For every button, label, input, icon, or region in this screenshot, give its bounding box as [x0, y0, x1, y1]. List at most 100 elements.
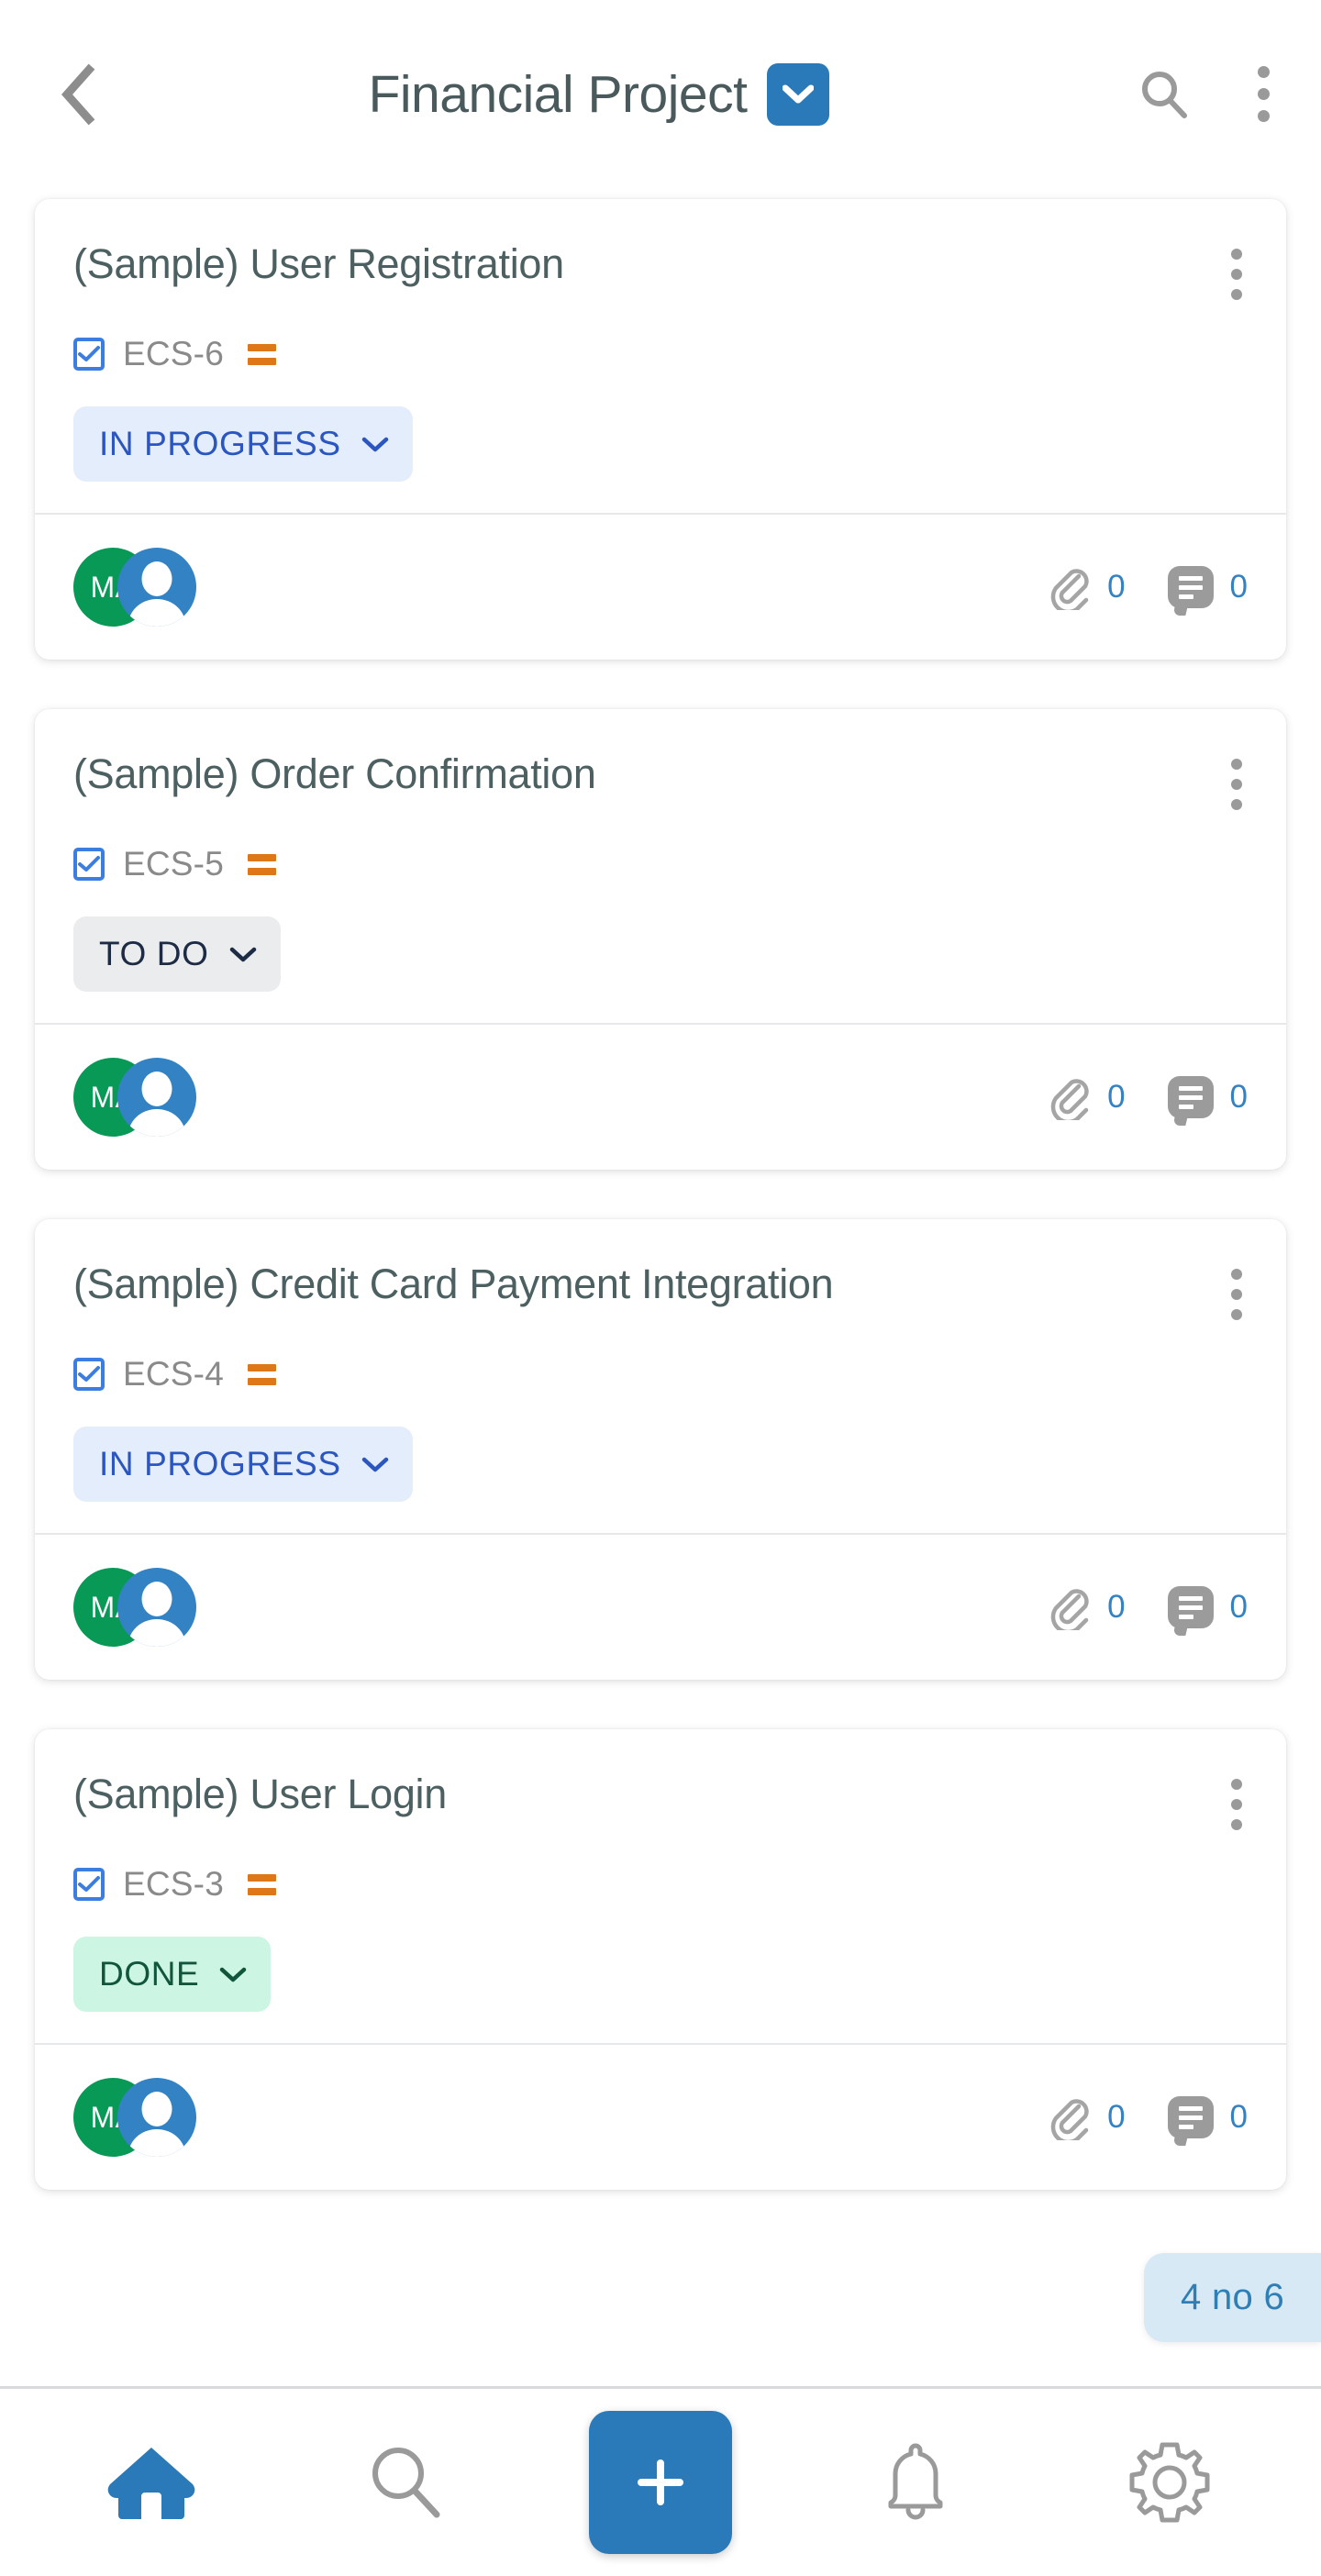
issue-card-body: (Sample) User Registration ECS-6 IN PROG… — [35, 199, 1286, 513]
priority-bar — [247, 357, 276, 365]
more-dot — [1231, 289, 1242, 300]
bubble-line — [1178, 1614, 1193, 1619]
paperclip-icon — [1050, 1079, 1089, 1120]
issue-title-row: (Sample) Order Confirmation — [73, 750, 1248, 810]
issue-menu-button[interactable] — [1226, 1261, 1248, 1320]
comment-counter[interactable]: 0 — [1167, 1076, 1248, 1118]
check-icon — [78, 856, 100, 872]
issue-menu-button[interactable] — [1226, 751, 1248, 810]
bubble-line — [1178, 2105, 1203, 2111]
comment-counter[interactable]: 0 — [1167, 2096, 1248, 2138]
nav-item-create[interactable] — [573, 2411, 748, 2554]
issue-card-footer: MA 0 0 — [35, 1023, 1286, 1170]
chevron-left-icon — [61, 63, 95, 125]
create-button[interactable] — [588, 2411, 732, 2554]
gear-icon — [1129, 2442, 1210, 2523]
assignee-avatars[interactable]: MA — [73, 1568, 196, 1647]
status-badge[interactable]: DONE — [73, 1937, 272, 2012]
nav-item-search[interactable] — [318, 2414, 493, 2551]
nav-item-settings[interactable] — [1082, 2414, 1257, 2551]
issue-key: ECS-6 — [123, 335, 224, 372]
more-dot — [1231, 249, 1242, 260]
issue-type-checkbox-icon[interactable] — [73, 848, 105, 881]
chevron-down-icon — [361, 437, 388, 451]
status-badge[interactable]: IN PROGRESS — [73, 406, 413, 482]
issue-menu-button[interactable] — [1226, 1771, 1248, 1830]
more-dot — [1231, 1819, 1242, 1830]
search-button[interactable] — [1134, 64, 1194, 125]
bubble-line — [1178, 2124, 1193, 2129]
comment-counter[interactable]: 0 — [1167, 1586, 1248, 1628]
issue-list[interactable]: (Sample) User Registration ECS-6 IN PROG… — [0, 188, 1321, 2386]
issue-counters: 0 0 — [1049, 1074, 1248, 1120]
paperclip-icon — [1050, 569, 1089, 610]
issue-type-checkbox-icon[interactable] — [73, 1358, 105, 1391]
attachment-counter[interactable]: 0 — [1049, 1074, 1126, 1120]
bubble-line — [1178, 1595, 1203, 1601]
person-avatar-icon — [117, 2078, 196, 2157]
issue-menu-button[interactable] — [1226, 241, 1248, 300]
nav-item-notifications[interactable] — [828, 2414, 1003, 2551]
bubble-line — [1178, 584, 1203, 590]
comment-icon — [1167, 566, 1214, 608]
issue-counters: 0 0 — [1049, 564, 1248, 610]
issue-meta-row: ECS-5 — [73, 845, 1248, 883]
priority-bar — [247, 343, 276, 351]
check-icon — [78, 346, 100, 361]
bubble-line — [1178, 1085, 1203, 1091]
bell-icon — [888, 2443, 943, 2520]
paperclip-icon — [1050, 2099, 1089, 2140]
status-label: IN PROGRESS — [99, 425, 341, 462]
bubble-line — [1178, 575, 1203, 581]
issue-title-row: (Sample) User Registration — [73, 240, 1248, 300]
bottom-navigation — [0, 2386, 1321, 2576]
person-avatar-icon — [117, 1058, 196, 1137]
assignee-avatars[interactable]: MA — [73, 1058, 196, 1137]
page-title: Financial Project — [368, 64, 748, 124]
comment-count: 0 — [1229, 569, 1248, 605]
issue-card[interactable]: (Sample) Credit Card Payment Integration… — [35, 1219, 1286, 1680]
issue-title-row: (Sample) User Login — [73, 1771, 1248, 1830]
header-actions — [1134, 64, 1277, 125]
floating-count-pill[interactable]: 4 no 6 — [1143, 2253, 1321, 2342]
issue-title: (Sample) Order Confirmation — [73, 750, 596, 797]
issue-card[interactable]: (Sample) User Registration ECS-6 IN PROG… — [35, 199, 1286, 660]
issue-counters: 0 0 — [1049, 1584, 1248, 1630]
issue-card[interactable]: (Sample) Order Confirmation ECS-5 TO DO … — [35, 709, 1286, 1170]
issue-key: ECS-5 — [123, 845, 224, 883]
status-badge[interactable]: TO DO — [73, 916, 281, 992]
bubble-line — [1178, 1094, 1203, 1100]
chevron-down-icon — [783, 84, 815, 103]
issue-card[interactable]: (Sample) User Login ECS-3 DONE MA 0 0 — [35, 1729, 1286, 2190]
attachment-counter[interactable]: 0 — [1049, 564, 1126, 610]
more-dot — [1257, 88, 1270, 100]
issue-card-footer: MA 0 0 — [35, 513, 1286, 660]
assignee-avatars[interactable]: MA — [73, 548, 196, 627]
status-label: IN PROGRESS — [99, 1445, 341, 1482]
priority-bar — [247, 1377, 276, 1385]
attachment-count: 0 — [1107, 1079, 1126, 1115]
medium-priority-icon — [247, 1363, 276, 1385]
issue-type-checkbox-icon[interactable] — [73, 1868, 105, 1901]
plus-icon — [637, 2459, 683, 2505]
issue-meta-row: ECS-4 — [73, 1355, 1248, 1393]
medium-priority-icon — [247, 343, 276, 365]
attachment-counter[interactable]: 0 — [1049, 2094, 1126, 2140]
issue-type-checkbox-icon[interactable] — [73, 338, 105, 371]
comment-counter[interactable]: 0 — [1167, 566, 1248, 608]
attachment-counter[interactable]: 0 — [1049, 1584, 1126, 1630]
person-avatar-icon — [117, 548, 196, 627]
status-badge[interactable]: IN PROGRESS — [73, 1427, 413, 1502]
paperclip-icon — [1050, 1589, 1089, 1630]
nav-item-home[interactable] — [64, 2414, 239, 2551]
issue-title: (Sample) Credit Card Payment Integration — [73, 1260, 834, 1307]
project-dropdown-button[interactable] — [767, 62, 830, 126]
search-icon — [372, 2448, 440, 2518]
issue-card-body: (Sample) User Login ECS-3 DONE — [35, 1729, 1286, 2043]
comment-icon — [1167, 1586, 1214, 1628]
assignee-avatars[interactable]: MA — [73, 2078, 196, 2157]
header-more-button[interactable] — [1249, 64, 1277, 125]
comment-count: 0 — [1229, 1079, 1248, 1115]
issue-card-body: (Sample) Credit Card Payment Integration… — [35, 1219, 1286, 1533]
check-icon — [78, 1876, 100, 1892]
